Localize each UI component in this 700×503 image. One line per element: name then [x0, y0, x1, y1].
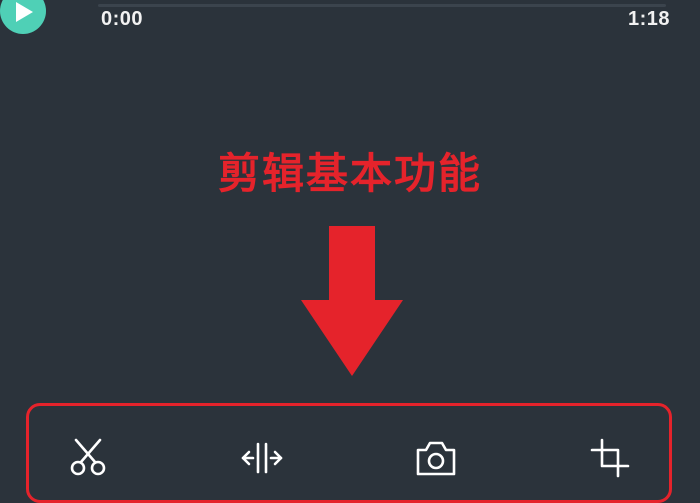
toolbar-highlight-frame: [26, 403, 672, 503]
scissors-icon: [70, 438, 106, 476]
play-button[interactable]: [0, 0, 46, 34]
annotation-title: 剪辑基本功能: [217, 149, 482, 198]
camera-icon: [416, 441, 456, 476]
progress-bar[interactable]: [98, 4, 666, 7]
play-icon: [16, 2, 33, 22]
split-button[interactable]: [240, 438, 284, 478]
crop-icon: [590, 438, 630, 478]
split-icon: [241, 442, 283, 474]
down-arrow-icon: [301, 226, 403, 376]
cut-button[interactable]: [66, 438, 110, 478]
crop-button[interactable]: [588, 438, 632, 478]
current-time: 0:00: [101, 8, 144, 30]
snapshot-button[interactable]: [414, 438, 458, 478]
total-time: 1:18: [627, 8, 670, 30]
